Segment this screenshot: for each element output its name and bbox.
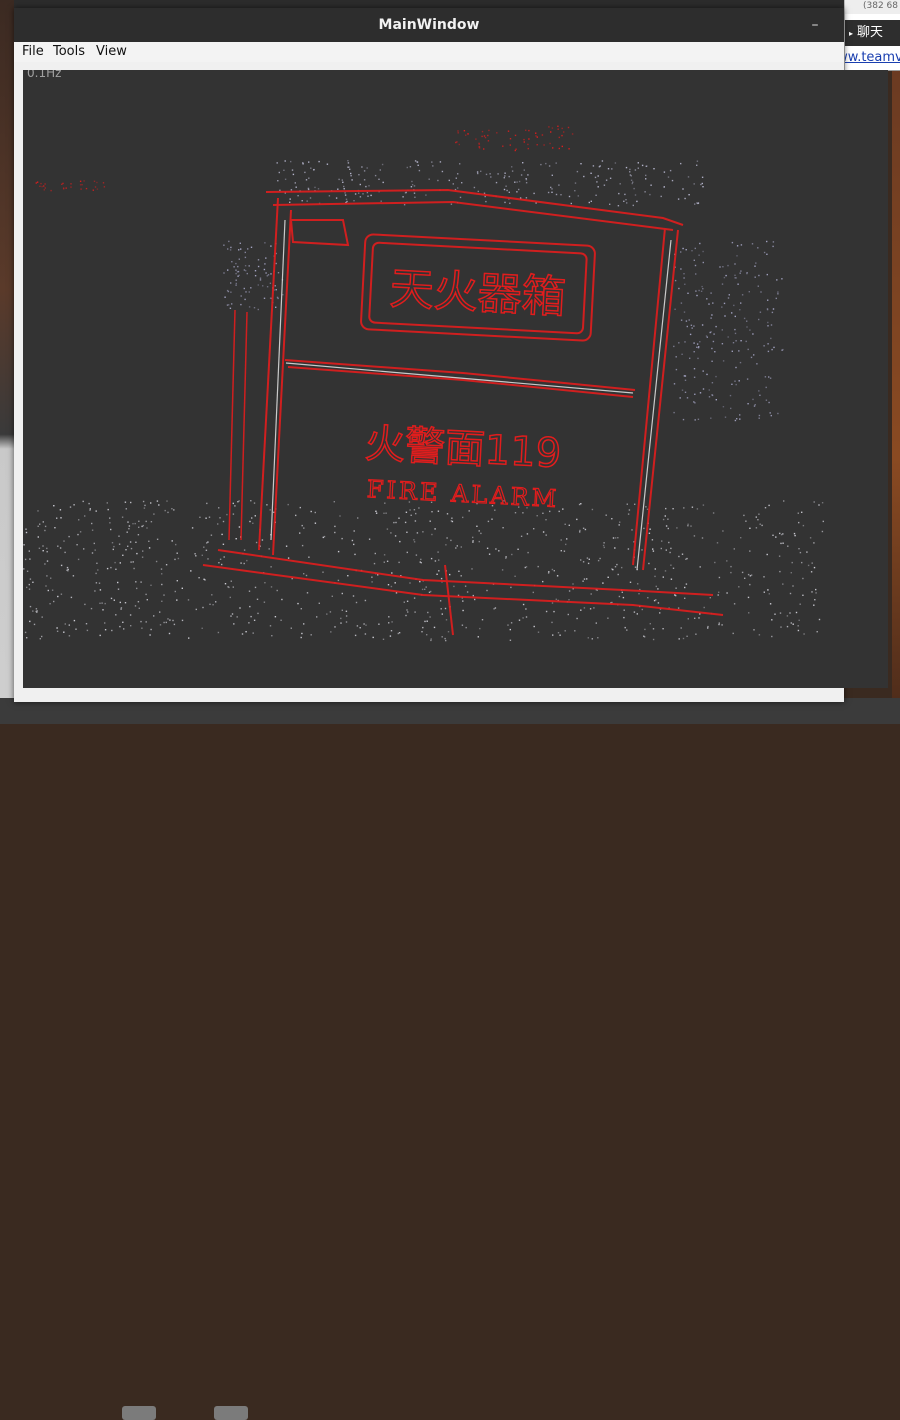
point-cloud-canvas: 天火器箱 火警面119 FIRE ALARM [23,125,824,642]
triangle-right-icon: ▸ [849,29,854,38]
sign-text-top: 天火器箱 [389,263,567,323]
sign-edges [202,188,724,636]
desktop-left-edge [0,0,14,724]
title-bar[interactable]: MainWindow – [14,8,844,42]
menu-view[interactable]: View [94,42,129,62]
window-title: MainWindow [378,17,480,33]
menu-tools[interactable]: Tools [51,42,87,62]
sign-text-mid: 火警面119 [364,421,562,477]
chat-tab[interactable]: ▸ 聊天 [845,20,900,46]
main-window: MainWindow – File Tools View 0.1Hz 天火器箱 … [14,8,888,702]
desktop-background [0,0,900,8]
menu-file[interactable]: File [20,42,46,62]
chat-label: 聊天 [857,25,884,40]
chat-side-panel: (382 68 ▸聊天 .ww.teamvie [844,0,900,71]
point-cloud-viewport[interactable]: 0.1Hz 天火器箱 火警面119 FIRE ALARM [23,70,888,688]
desktop-right-edge [892,60,900,724]
dock-item[interactable] [214,1406,248,1420]
teamviewer-link[interactable]: .ww.teamvie [845,50,900,65]
phone-number-text: (382 68 [845,0,900,14]
dock-item[interactable] [122,1406,156,1420]
minimize-button[interactable]: – [804,14,826,36]
menu-bar: File Tools View [14,42,844,62]
sign-text-bottom: FIRE ALARM [366,475,560,513]
